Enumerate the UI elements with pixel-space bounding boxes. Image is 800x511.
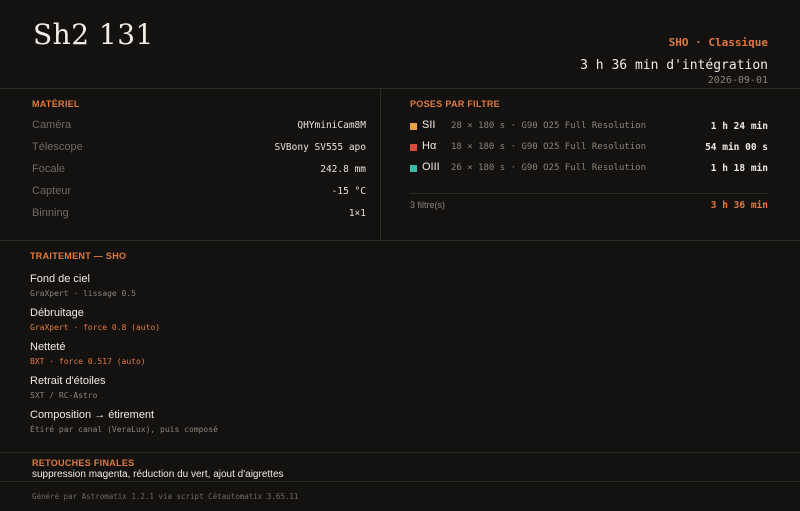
section-title: RETOUCHES FINALES bbox=[32, 458, 135, 468]
filter-name: Hα bbox=[422, 140, 437, 152]
step-name: Composition → étirement bbox=[30, 409, 155, 421]
session-date: 2026-09-01 bbox=[707, 75, 768, 86]
equipment-list: Caméra QHYminiCam8M Télescope SVBony SV555 … bbox=[32, 119, 366, 229]
step-name: Retrait d'étoiles bbox=[30, 375, 106, 387]
section-title: TRAITEMENT — SHO bbox=[30, 251, 127, 261]
filter-detail: 18 × 180 s · G90 O25 Full Resolution bbox=[451, 142, 647, 152]
processing-step: Netteté BXT · force 0.517 (auto) bbox=[30, 340, 770, 374]
processing-step: Retrait d'étoiles SXT / RC-Astro bbox=[30, 374, 770, 408]
filter-name: SII bbox=[422, 119, 436, 131]
equipment-row: Capteur -15 °C bbox=[32, 185, 366, 207]
divider bbox=[0, 481, 800, 482]
divider bbox=[410, 193, 768, 194]
processing-step: Composition → étirement Étiré par canal (… bbox=[30, 408, 770, 442]
final-touches-section: RETOUCHES FINALES suppression magenta, r… bbox=[32, 458, 772, 480]
divider bbox=[0, 240, 800, 241]
step-name: Débruitage bbox=[30, 307, 84, 319]
divider bbox=[0, 452, 800, 453]
step-detail: GraXpert · force 0.8 (auto) bbox=[30, 323, 161, 332]
filter-color-swatch bbox=[410, 144, 417, 151]
header: Sh2 131 SHO · Classique 3 h 36 min d'int… bbox=[0, 0, 800, 88]
equipment-row: Binning 1×1 bbox=[32, 207, 366, 229]
filter-detail: 26 × 180 s · G90 O25 Full Resolution bbox=[451, 163, 647, 173]
filter-row: Hα 18 × 180 s · G90 O25 Full Resolution 54… bbox=[410, 140, 768, 162]
step-detail: GraXpert · lissage 0.5 bbox=[30, 289, 136, 298]
integration-total: 3 h 36 min d'intégration bbox=[580, 58, 768, 73]
equipment-value: 242.8 mm bbox=[320, 164, 366, 175]
final-touches-text: suppression magenta, réduction du vert, … bbox=[32, 469, 284, 480]
divider-vertical bbox=[380, 88, 381, 240]
equipment-value: -15 °C bbox=[331, 186, 366, 197]
processing-steps: Fond de ciel GraXpert · lissage 0.5 Débrui… bbox=[30, 272, 770, 442]
filter-time: 1 h 24 min bbox=[710, 121, 768, 132]
divider bbox=[0, 88, 800, 89]
equipment-row: Focale 242.8 mm bbox=[32, 163, 366, 185]
footer-credit: Généré par Astromatix 1.2.1 via script C… bbox=[32, 492, 299, 501]
filter-count: 3 filtre(s) bbox=[410, 200, 446, 210]
equipment-value: QHYminiCam8M bbox=[297, 120, 366, 131]
page-title: Sh2 131 bbox=[33, 18, 154, 51]
step-name: Fond de ciel bbox=[30, 273, 90, 285]
equipment-value: SVBony SV555 apo bbox=[274, 142, 366, 153]
filter-time: 1 h 18 min bbox=[710, 163, 768, 174]
step-detail: BXT · force 0.517 (auto) bbox=[30, 357, 146, 366]
equipment-label: Capteur bbox=[32, 185, 72, 197]
equipment-label: Caméra bbox=[32, 119, 72, 131]
equipment-row: Caméra QHYminiCam8M bbox=[32, 119, 366, 141]
filter-list: SII 28 × 180 s · G90 O25 Full Resolution 1… bbox=[410, 119, 768, 183]
section-title: MATÉRIEL bbox=[32, 99, 80, 109]
filter-detail: 28 × 180 s · G90 O25 Full Resolution bbox=[451, 121, 647, 131]
filter-row: SII 28 × 180 s · G90 O25 Full Resolution 1… bbox=[410, 119, 768, 141]
step-name: Netteté bbox=[30, 341, 66, 353]
filter-total: 3 h 36 min bbox=[710, 200, 768, 211]
exposures-section: POSES PAR FILTRE SII 28 × 180 s · G90 O25… bbox=[410, 99, 768, 211]
processing-section: TRAITEMENT — SHO Fond de ciel GraXpert · … bbox=[30, 251, 770, 442]
equipment-label: Binning bbox=[32, 207, 69, 219]
section-title: POSES PAR FILTRE bbox=[410, 99, 500, 109]
equipment-value: 1×1 bbox=[348, 208, 366, 219]
step-detail: Étiré par canal (VeraLux), puis composé bbox=[30, 425, 218, 434]
equipment-label: Focale bbox=[32, 163, 66, 175]
processing-step: Débruitage GraXpert · force 0.8 (auto) bbox=[30, 306, 770, 340]
header-summary: SHO · Classique 3 h 36 min d'intégration… bbox=[580, 36, 768, 87]
filter-row: OIII 26 × 180 s · G90 O25 Full Resolution… bbox=[410, 161, 768, 183]
processing-mode: SHO · Classique bbox=[668, 36, 768, 49]
filter-color-swatch bbox=[410, 165, 417, 172]
filter-time: 54 min 00 s bbox=[705, 142, 768, 153]
filter-color-swatch bbox=[410, 123, 417, 130]
equipment-label: Télescope bbox=[32, 141, 83, 153]
step-detail: SXT / RC-Astro bbox=[30, 391, 98, 400]
filter-name: OIII bbox=[422, 161, 440, 173]
equipment-section: MATÉRIEL Caméra QHYminiCam8M Télescope SVBo… bbox=[32, 99, 366, 229]
processing-step: Fond de ciel GraXpert · lissage 0.5 bbox=[30, 272, 770, 306]
equipment-row: Télescope SVBony SV555 apo bbox=[32, 141, 366, 163]
